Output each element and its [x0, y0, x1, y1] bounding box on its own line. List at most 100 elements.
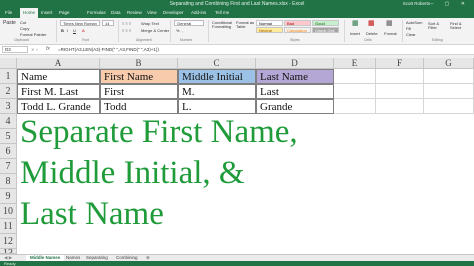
cell-c3[interactable]: L.	[178, 99, 256, 114]
align-left-icon[interactable]: ≡ ≡ ≡	[122, 28, 131, 33]
italic-button[interactable]: I	[67, 28, 68, 33]
font-color-icon[interactable]: A	[82, 28, 85, 33]
cell-d3[interactable]: Grande	[256, 99, 334, 114]
sheet-tab-bar: ◀ ▶ Middle Names Names Separating Combin…	[0, 254, 474, 262]
worksheet-grid[interactable]: A B C D E F G 1 2 3 4 5 6 7 8 9 10 11 12…	[0, 58, 474, 254]
autosum-button[interactable]: AutoSum	[406, 20, 422, 25]
copy-button[interactable]: Copy	[20, 26, 29, 31]
tab-formulas[interactable]: Formulas	[84, 8, 108, 18]
cell[interactable]	[334, 99, 376, 114]
cell-d1[interactable]: Last Name	[256, 69, 334, 84]
wrap-text-button[interactable]: Wrap Text	[141, 21, 159, 26]
column-header-d[interactable]: D	[256, 58, 334, 69]
cell[interactable]	[376, 99, 424, 114]
divider	[344, 20, 345, 42]
cell-a2[interactable]: First M. Last	[17, 84, 100, 99]
cell[interactable]	[376, 69, 424, 84]
cell-b2[interactable]: First	[100, 84, 178, 99]
format-cells-icon[interactable]: ▦	[386, 20, 393, 27]
row-header-1[interactable]: 1	[0, 69, 17, 84]
user-name[interactable]: Scott Roberts	[403, 0, 430, 8]
cell[interactable]	[424, 69, 474, 84]
row-header-3[interactable]: 3	[0, 99, 17, 114]
align-top-icon[interactable]: ≡ ≡ ≡	[122, 21, 131, 26]
tab-add-ins[interactable]: Add-ins	[188, 8, 210, 18]
cell-d2[interactable]: Last	[256, 84, 334, 99]
row-header-11[interactable]: 11	[0, 219, 17, 234]
cancel-check-icons[interactable]: ✕ ✓	[31, 46, 39, 53]
fill-button[interactable]: Fill	[406, 26, 411, 31]
row-header-9[interactable]: 9	[0, 189, 17, 204]
select-all-corner[interactable]	[0, 58, 17, 69]
font-size-select[interactable]: 14	[102, 20, 114, 26]
row-header-7[interactable]: 7	[0, 159, 17, 174]
sort-filter-button[interactable]: Sort & Filter	[428, 22, 446, 30]
tab-review[interactable]: Review	[124, 8, 144, 18]
font-name-select[interactable]: Times New Roman	[60, 20, 100, 26]
tab-data[interactable]: Data	[108, 8, 124, 18]
format-painter-button[interactable]: Format Painter	[20, 32, 46, 37]
tab-view[interactable]: View	[144, 8, 160, 18]
style-normal[interactable]: Normal	[256, 20, 283, 26]
cell[interactable]	[334, 69, 376, 84]
row-header-12[interactable]: 12	[0, 234, 17, 249]
column-header-f[interactable]: F	[376, 58, 424, 69]
column-header-c[interactable]: C	[178, 58, 256, 69]
comma-button[interactable]: ,	[182, 28, 183, 33]
merge-center-button[interactable]: Merge & Center	[141, 28, 169, 33]
delete-cells-button[interactable]: Delete	[366, 31, 378, 36]
delete-cells-icon[interactable]: ▦	[368, 20, 375, 27]
cell[interactable]	[334, 84, 376, 99]
row-header-10[interactable]: 10	[0, 204, 17, 219]
column-header-a[interactable]: A	[17, 58, 100, 69]
cell[interactable]	[424, 99, 474, 114]
underline-button[interactable]: U	[73, 28, 76, 33]
group-number: Number	[180, 38, 193, 42]
bold-button[interactable]: B	[61, 28, 64, 33]
row-header-5[interactable]: 5	[0, 129, 17, 144]
clear-button[interactable]: Clear	[406, 32, 416, 37]
column-header-g[interactable]: G	[424, 58, 474, 69]
cell[interactable]	[376, 84, 424, 99]
tab-developer[interactable]: Developer	[160, 8, 188, 18]
tell-me-search[interactable]: Tell me	[212, 8, 248, 18]
tab-insert[interactable]: Insert	[38, 8, 56, 18]
cell[interactable]	[424, 84, 474, 99]
cell-a3[interactable]: Todd L. Grande	[17, 99, 100, 114]
tab-file[interactable]: File	[2, 8, 20, 18]
tab-page-layout[interactable]: Page Layout	[56, 8, 84, 25]
style-bad[interactable]: Bad	[284, 20, 311, 26]
format-cells-button[interactable]: Format	[384, 31, 397, 36]
tab-home[interactable]: Home	[20, 8, 38, 18]
cell-b3[interactable]: Todd	[100, 99, 178, 114]
insert-cells-button[interactable]: Insert	[350, 31, 360, 36]
row-header-6[interactable]: 6	[0, 144, 17, 159]
cut-button[interactable]: Cut	[20, 20, 26, 25]
style-neutral[interactable]: Neutral	[256, 27, 283, 33]
row-header-4[interactable]: 4	[0, 114, 17, 129]
cell-c1[interactable]: Middle Initial	[178, 69, 256, 84]
name-box[interactable]: D3	[2, 46, 28, 53]
style-good[interactable]: Good	[312, 20, 339, 26]
row-header-8[interactable]: 8	[0, 174, 17, 189]
style-check-cell[interactable]: Check Cell	[312, 27, 339, 33]
banner-line-1: Separate First Name,	[20, 114, 298, 150]
insert-cells-icon[interactable]: ▦	[352, 20, 359, 27]
style-calculation[interactable]: Calculation	[284, 27, 311, 33]
formula-input[interactable]: =RIGHT(A3,LEN(A3)-FIND(" ",A3,FIND(" ",A…	[58, 46, 159, 53]
row-header-2[interactable]: 2	[0, 84, 17, 99]
number-format-select[interactable]: General	[174, 20, 204, 26]
format-as-table-button[interactable]: Format as Table	[236, 21, 254, 29]
column-header-e[interactable]: E	[334, 58, 376, 69]
fx-icon[interactable]: fx	[46, 46, 50, 53]
conditional-formatting-button[interactable]: Conditional Formatting	[212, 21, 234, 29]
formula-bar: D3 ✕ ✓ fx =RIGHT(A3,LEN(A3)-FIND(" ",A3,…	[0, 45, 474, 55]
column-header-b[interactable]: B	[100, 58, 178, 69]
percent-button[interactable]: %	[176, 28, 180, 33]
paste-button[interactable]: Paste	[3, 21, 16, 26]
find-select-button[interactable]: Find & Select	[450, 22, 470, 30]
cell-b1[interactable]: First Name	[100, 69, 178, 84]
cell-a1[interactable]: Name	[17, 69, 100, 84]
cell-c2[interactable]: M.	[178, 84, 256, 99]
window-controls[interactable]: – ▢ ✕	[431, 0, 470, 8]
